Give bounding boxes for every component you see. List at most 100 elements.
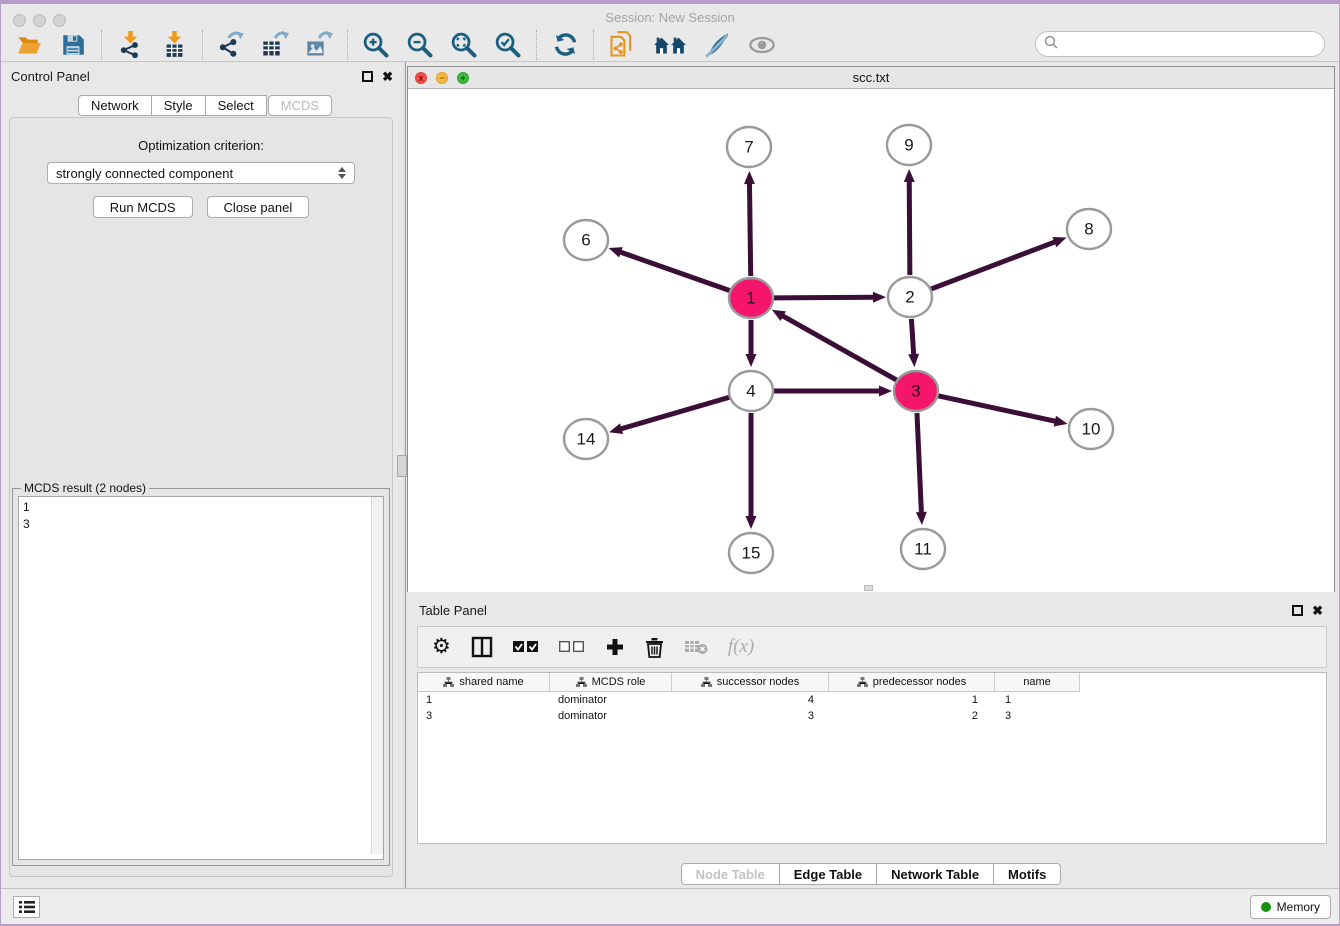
add-row-icon[interactable] <box>605 633 625 661</box>
graph-edge[interactable] <box>749 182 750 276</box>
memory-label: Memory <box>1277 900 1320 914</box>
network-window-title: scc.txt <box>408 70 1334 85</box>
cell-name[interactable]: 1 <box>995 694 1080 706</box>
graph-edge[interactable] <box>937 396 1056 422</box>
panel-splitter-handle[interactable] <box>397 455 407 477</box>
select-all-icon[interactable] <box>513 633 539 661</box>
optimization-criterion-dropdown[interactable]: strongly connected component <box>47 162 355 184</box>
control-panel: Control Panel ✖ Network Style Select MCD… <box>1 62 403 890</box>
search-icon <box>1044 35 1058 54</box>
tab-node-table[interactable]: Node Table <box>681 863 780 885</box>
tab-mcds[interactable]: MCDS <box>268 95 332 116</box>
table-options-icon[interactable]: ⚙ <box>432 633 451 661</box>
zoom-selected-icon[interactable] <box>494 31 522 59</box>
mcds-result-box: MCDS result (2 nodes) 1 3 <box>12 488 390 866</box>
task-history-button[interactable] <box>13 896 40 918</box>
home-icon[interactable] <box>652 31 688 59</box>
graph-node-label: 10 <box>1082 420 1101 439</box>
search-input[interactable] <box>1063 37 1324 52</box>
delete-column-icon[interactable] <box>684 633 708 661</box>
graph-edge[interactable] <box>620 397 730 429</box>
export-table-icon[interactable] <box>261 31 289 59</box>
export-image-icon[interactable] <box>305 31 333 59</box>
zoom-fit-icon[interactable] <box>450 31 478 59</box>
column-header-mcds-role[interactable]: MCDS role <box>550 673 672 691</box>
tab-edge-table[interactable]: Edge Table <box>780 863 877 885</box>
titlebar: Session: New Session <box>1 4 1339 28</box>
close-table-panel-icon[interactable]: ✖ <box>1312 605 1323 616</box>
table-row[interactable]: 1 dominator 4 1 1 <box>418 692 1326 708</box>
delete-row-icon[interactable] <box>645 633 664 661</box>
graph-edge-arrowhead <box>744 171 755 184</box>
column-header-shared-name[interactable]: shared name <box>418 673 550 691</box>
cell-successor-nodes[interactable]: 4 <box>672 694 829 706</box>
graph-edge[interactable] <box>911 319 913 356</box>
column-edit-icon <box>576 677 587 687</box>
graph-edge[interactable] <box>773 297 875 298</box>
import-network-icon[interactable] <box>116 31 144 59</box>
graph-edge[interactable] <box>909 180 910 275</box>
graph-edge[interactable] <box>917 413 921 514</box>
table-row[interactable]: 3 dominator 3 2 3 <box>418 708 1326 724</box>
tab-network-table[interactable]: Network Table <box>877 863 994 885</box>
apply-function-icon[interactable]: f(x) <box>728 633 754 661</box>
show-columns-icon[interactable] <box>471 633 493 661</box>
list-icon <box>19 900 35 914</box>
close-panel-button[interactable]: Close panel <box>207 196 310 218</box>
float-table-panel-icon[interactable] <box>1292 605 1303 616</box>
tab-style[interactable]: Style <box>152 95 206 116</box>
column-header-predecessor-nodes[interactable]: predecessor nodes <box>829 673 995 691</box>
column-header-name[interactable]: name <box>995 673 1080 691</box>
column-edit-icon <box>857 677 868 687</box>
deselect-all-icon[interactable] <box>559 633 585 661</box>
table-toolbar: ⚙ f(x) <box>417 626 1327 668</box>
search-field[interactable] <box>1035 31 1325 57</box>
cell-shared-name[interactable]: 3 <box>418 710 550 722</box>
graph-edge-arrowhead <box>873 292 886 303</box>
graph-edge[interactable] <box>931 241 1057 289</box>
refresh-icon[interactable] <box>551 31 579 59</box>
canvas-splitter-handle[interactable] <box>864 585 873 591</box>
style-icon[interactable] <box>704 31 732 59</box>
column-header-successor-nodes[interactable]: successor nodes <box>672 673 829 691</box>
graph-edge[interactable] <box>781 315 896 380</box>
open-session-icon[interactable] <box>15 31 43 59</box>
column-edit-icon <box>443 677 454 687</box>
close-panel-icon[interactable]: ✖ <box>382 71 393 82</box>
tab-select[interactable]: Select <box>206 95 267 116</box>
tab-network[interactable]: Network <box>78 95 152 116</box>
memory-button[interactable]: Memory <box>1250 895 1331 919</box>
network-window-titlebar[interactable]: x − + scc.txt <box>408 67 1334 89</box>
graph-edge[interactable] <box>619 252 730 291</box>
memory-status-icon <box>1261 902 1271 912</box>
tab-motifs[interactable]: Motifs <box>994 863 1061 885</box>
status-bar: Memory <box>1 888 1339 924</box>
duplicate-network-icon[interactable] <box>608 31 636 59</box>
graph-node-label: 1 <box>746 289 755 308</box>
export-network-icon[interactable] <box>217 31 245 59</box>
run-mcds-button[interactable]: Run MCDS <box>93 196 193 218</box>
cell-name[interactable]: 3 <box>995 710 1080 722</box>
mcds-result-title: MCDS result (2 nodes) <box>21 481 149 495</box>
cell-mcds-role[interactable]: dominator <box>550 710 672 722</box>
network-canvas[interactable]: 1234678910111415 <box>408 89 1334 592</box>
save-session-icon[interactable] <box>59 31 87 59</box>
zoom-in-icon[interactable] <box>362 31 390 59</box>
cell-mcds-role[interactable]: dominator <box>550 694 672 706</box>
cell-predecessor-nodes[interactable]: 2 <box>829 710 995 722</box>
graph-node-label: 15 <box>742 544 761 563</box>
import-table-icon[interactable] <box>160 31 188 59</box>
cell-predecessor-nodes[interactable]: 1 <box>829 694 995 706</box>
show-hide-icon[interactable] <box>748 31 776 59</box>
dropdown-stepper-icon <box>338 167 346 179</box>
cell-shared-name[interactable]: 1 <box>418 694 550 706</box>
graph-node-label: 4 <box>746 382 755 401</box>
float-panel-icon[interactable] <box>362 71 373 82</box>
graph-node-label: 2 <box>905 288 914 307</box>
control-panel-tabs: Network Style Select MCDS <box>78 95 403 116</box>
result-scrollbar[interactable] <box>371 497 383 854</box>
mcds-result-text[interactable]: 1 3 <box>18 496 384 860</box>
cell-successor-nodes[interactable]: 3 <box>672 710 829 722</box>
table-header-row: shared name MCDS role successor nodes pr… <box>418 673 1080 692</box>
zoom-out-icon[interactable] <box>406 31 434 59</box>
